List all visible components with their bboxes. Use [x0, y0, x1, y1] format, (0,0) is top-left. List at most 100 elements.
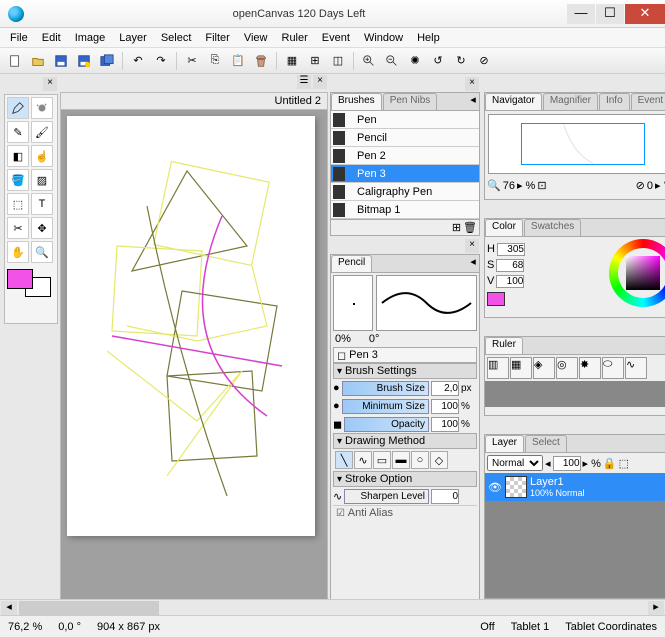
layer-opacity-input[interactable] — [553, 456, 581, 471]
zoom-in-button[interactable] — [358, 50, 380, 72]
document-close[interactable]: × — [313, 75, 327, 89]
fill-tool[interactable]: 🪣 — [7, 169, 29, 191]
canvas-area[interactable] — [60, 110, 328, 615]
brush-item[interactable]: Pen — [331, 111, 479, 129]
ruler-concentric[interactable]: ◎ — [556, 357, 578, 379]
scroll-left[interactable]: ◂ — [1, 601, 17, 615]
brush-item[interactable]: Bitmap 1 — [331, 201, 479, 219]
tab-info[interactable]: Info — [599, 93, 630, 110]
nav-fit-icon[interactable]: ⊡ — [537, 179, 546, 192]
color-square[interactable] — [626, 256, 660, 290]
sat-input[interactable] — [496, 259, 524, 272]
document-menu[interactable]: ☰ — [297, 75, 311, 89]
layer-row[interactable]: 👁 Layer1100% Normal — [485, 473, 665, 501]
tab-layer[interactable]: Layer — [485, 435, 524, 452]
brush-delete-icon[interactable]: 🗑 — [463, 221, 477, 232]
close-button[interactable]: ✕ — [625, 4, 665, 24]
opacity-label[interactable]: Opacity — [344, 417, 429, 432]
preview-menu-icon[interactable]: ◂ — [467, 255, 479, 272]
lock-alpha-icon[interactable]: ⬚ — [619, 457, 629, 470]
move-tool[interactable]: ✥ — [31, 217, 53, 239]
menu-view[interactable]: View — [238, 30, 274, 46]
menu-window[interactable]: Window — [358, 30, 409, 46]
tab-event[interactable]: Event — [631, 93, 665, 110]
method-curve[interactable]: ∿ — [354, 451, 372, 469]
text-tool[interactable]: T — [31, 193, 53, 215]
new-button[interactable] — [4, 50, 26, 72]
smudge-tool[interactable]: ☝ — [31, 145, 53, 167]
blend-mode-select[interactable]: Normal — [487, 455, 543, 471]
menu-help[interactable]: Help — [411, 30, 446, 46]
nav-reset-icon[interactable]: ⊘ — [636, 179, 645, 192]
menu-layer[interactable]: Layer — [113, 30, 153, 46]
ruler-parallel[interactable]: ▥ — [487, 357, 509, 379]
visibility-icon[interactable]: 👁 — [488, 481, 502, 494]
layout-button[interactable]: ◫ — [327, 50, 349, 72]
lock-icon[interactable]: 🔒 — [603, 457, 617, 470]
ruler-cross[interactable]: ▦ — [510, 357, 532, 379]
menu-file[interactable]: File — [4, 30, 34, 46]
save-button[interactable] — [50, 50, 72, 72]
brush-settings-header[interactable]: ▾ Brush Settings — [333, 363, 477, 379]
ruler-vanish[interactable]: ◈ — [533, 357, 555, 379]
brushes-menu-icon[interactable]: ◂ — [467, 93, 479, 110]
tab-navigator[interactable]: Navigator — [485, 93, 542, 110]
min-size-input[interactable] — [431, 399, 459, 414]
ruler-radial[interactable]: ✸ — [579, 357, 601, 379]
menu-select[interactable]: Select — [155, 30, 198, 46]
save-copy-button[interactable] — [96, 50, 118, 72]
toolbox-close[interactable]: × — [43, 77, 57, 91]
rotate-ccw-button[interactable]: ↺ — [427, 50, 449, 72]
undo-button[interactable]: ↶ — [127, 50, 149, 72]
paste-button[interactable]: 📋 — [227, 50, 249, 72]
pen-tool[interactable] — [7, 97, 29, 119]
pencil-tool[interactable]: ✎ — [7, 121, 29, 143]
tab-color[interactable]: Color — [485, 219, 523, 236]
delete-button[interactable] — [250, 50, 272, 72]
val-input[interactable] — [496, 275, 524, 288]
nav-zoom-icon[interactable]: 🔍 — [487, 179, 501, 192]
brushes-close[interactable]: × — [465, 77, 479, 91]
crop-tool[interactable]: ✂ — [7, 217, 29, 239]
canvas-sheet[interactable] — [67, 116, 315, 536]
sharpen-label[interactable]: Sharpen Level — [344, 489, 429, 504]
brush-size-input[interactable] — [431, 381, 459, 396]
document-title[interactable]: Untitled 2 — [275, 95, 321, 107]
airbrush-tool[interactable] — [31, 97, 53, 119]
brush-item-selected[interactable]: Pen 3 — [331, 165, 479, 183]
method-line[interactable]: ╲ — [335, 451, 353, 469]
tab-brushes[interactable]: Brushes — [331, 93, 382, 110]
brush-item[interactable]: Pencil — [331, 129, 479, 147]
hue-input[interactable] — [497, 243, 525, 256]
eraser-tool[interactable]: ◧ — [7, 145, 29, 167]
brush-tool[interactable]: 🖌 — [31, 121, 53, 143]
menu-event[interactable]: Event — [316, 30, 356, 46]
foreground-color[interactable] — [7, 269, 33, 289]
copy-button[interactable]: ⎘ — [204, 50, 226, 72]
ruler-ellipse[interactable]: ⬭ — [602, 357, 624, 379]
gradient-tool[interactable]: ▨ — [31, 169, 53, 191]
rotate-cw-button[interactable]: ↻ — [450, 50, 472, 72]
h-scrollbar[interactable]: ◂ ▸ — [0, 599, 665, 615]
color-current-swatch[interactable] — [487, 292, 505, 306]
brush-item[interactable]: Pen 2 — [331, 147, 479, 165]
method-rect[interactable]: ▭ — [373, 451, 391, 469]
navigator-preview[interactable] — [488, 114, 665, 174]
ruler-curve[interactable]: ∿ — [625, 357, 647, 379]
grid-button[interactable]: ▦ — [281, 50, 303, 72]
tab-pencil[interactable]: Pencil — [331, 255, 372, 272]
brush-item[interactable]: Caligraphy Pen — [331, 183, 479, 201]
tab-ruler-panel[interactable]: Ruler — [485, 337, 523, 354]
save-as-button[interactable] — [73, 50, 95, 72]
tab-magnifier[interactable]: Magnifier — [543, 93, 598, 110]
maximize-button[interactable]: ☐ — [596, 4, 624, 24]
tab-pen-nibs[interactable]: Pen Nibs — [383, 93, 438, 110]
cut-button[interactable]: ✂ — [181, 50, 203, 72]
brush-new-icon[interactable]: ⊞ — [452, 221, 461, 232]
tab-swatches[interactable]: Swatches — [524, 219, 581, 236]
method-circle[interactable]: ○ — [411, 451, 429, 469]
opacity-input[interactable] — [431, 417, 459, 432]
anti-alias-row[interactable]: ☑ Anti Alias — [333, 505, 477, 519]
redo-button[interactable]: ↷ — [150, 50, 172, 72]
scroll-thumb[interactable] — [19, 601, 159, 615]
